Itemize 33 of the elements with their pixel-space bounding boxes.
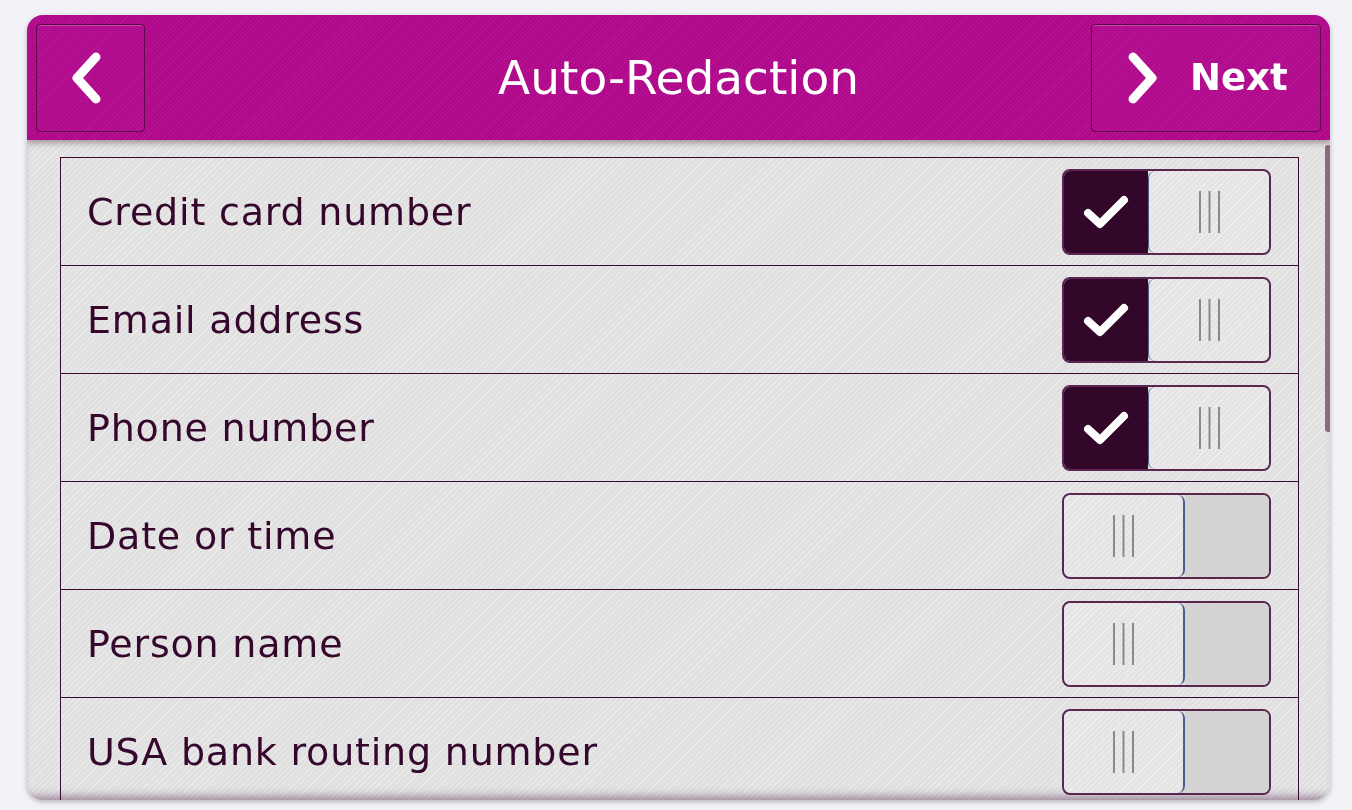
chevron-right-icon [1128,51,1158,104]
option-label: Phone number [87,405,375,450]
grip-lines-icon [1112,730,1135,773]
grip-lines-icon [1112,622,1135,665]
toggle-switch[interactable] [1062,600,1271,687]
toggle-switch[interactable] [1062,168,1271,255]
next-button[interactable]: Next [1091,23,1321,132]
toggle-switch[interactable] [1062,276,1271,363]
grip-lines-icon [1197,190,1221,233]
option-label: Date or time [87,513,337,558]
toggle-switch[interactable] [1062,492,1271,579]
chevron-left-icon [70,51,101,104]
grip-lines-icon [1112,514,1135,557]
option-label: Person name [87,621,344,666]
option-label: Credit card number [87,189,472,234]
page-title: Auto-Redaction [498,50,859,105]
option-label: USA bank routing number [87,729,598,774]
grip-lines-icon [1197,406,1221,449]
option-label: Email address [87,297,365,342]
checkmark-icon [1083,409,1129,446]
switch-thumb[interactable] [1148,170,1269,253]
toggle-switch[interactable] [1062,384,1271,471]
toggle-switch[interactable] [1062,708,1271,795]
switch-thumb[interactable] [1064,602,1185,685]
scrollbar[interactable] [1325,145,1330,432]
switch-thumb[interactable] [1148,386,1269,469]
switch-thumb[interactable] [1064,494,1185,577]
back-button[interactable] [36,23,145,132]
checkmark-icon [1083,193,1129,230]
grip-lines-icon [1197,298,1221,341]
switch-thumb[interactable] [1064,710,1185,793]
switch-thumb[interactable] [1148,278,1269,361]
checkmark-icon [1083,301,1129,338]
